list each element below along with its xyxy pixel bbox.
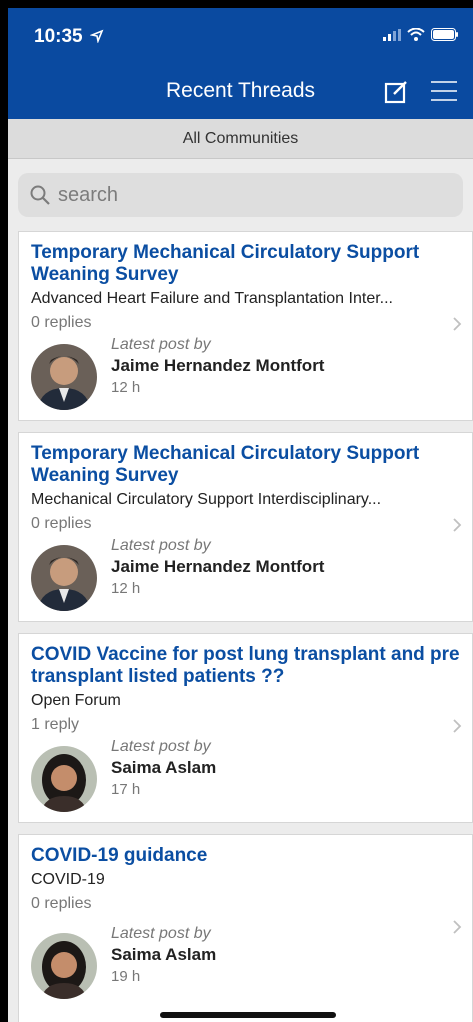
avatar-man-icon <box>31 344 97 410</box>
latest-post-label: Latest post by <box>111 537 211 554</box>
chevron-right-icon[interactable] <box>452 316 462 332</box>
search-icon <box>30 185 50 205</box>
post-time: 19 h <box>111 968 141 985</box>
thread-community: Advanced Heart Failure and Transplantati… <box>31 290 393 307</box>
wifi-icon <box>407 28 425 41</box>
post-meta: Latest post by Saima Aslam 19 h <box>111 925 216 999</box>
chevron-right-icon[interactable] <box>452 919 462 935</box>
thread-community: COVID-19 <box>31 871 105 888</box>
thread-title[interactable]: Temporary Mechanical Circulatory Support… <box>31 242 460 286</box>
thread-replies: 1 reply <box>31 716 80 733</box>
app-header: 10:35 Recent Threads <box>8 8 473 119</box>
post-time: 17 h <box>111 781 141 798</box>
avatar <box>31 933 97 999</box>
latest-post: Latest post by Saima Aslam 17 h <box>31 738 460 812</box>
thread-card[interactable]: Temporary Mechanical Circulatory Support… <box>18 432 473 622</box>
post-author[interactable]: Saima Aslam <box>111 758 216 778</box>
post-time: 12 h <box>111 580 141 597</box>
post-author[interactable]: Jaime Hernandez Montfort <box>111 356 324 376</box>
search-input[interactable] <box>58 183 438 207</box>
status-time-text: 10:35 <box>34 26 83 47</box>
avatar <box>31 545 97 611</box>
thread-card[interactable]: Temporary Mechanical Circulatory Support… <box>18 231 473 421</box>
thread-community: Open Forum <box>31 692 121 709</box>
community-filter[interactable]: All Communities <box>8 119 473 159</box>
post-meta: Latest post by Saima Aslam 17 h <box>111 738 216 812</box>
status-bar: 10:35 <box>8 22 473 48</box>
latest-post-label: Latest post by <box>111 925 211 942</box>
avatar-woman-icon <box>31 746 97 812</box>
thread-community: Mechanical Circulatory Support Interdisc… <box>31 491 382 508</box>
post-time: 12 h <box>111 379 141 396</box>
latest-post-label: Latest post by <box>111 336 211 353</box>
latest-post: Latest post by Saima Aslam 19 h <box>31 925 460 999</box>
latest-post: Latest post by Jaime Hernandez Montfort … <box>31 537 460 611</box>
battery-icon <box>431 28 458 41</box>
thread-title[interactable]: COVID Vaccine for post lung transplant a… <box>31 644 460 688</box>
thread-title[interactable]: COVID-19 guidance <box>31 845 460 867</box>
avatar <box>31 344 97 410</box>
avatar <box>31 746 97 812</box>
app-screen: 10:35 Recent Threads All Communities sea… <box>8 8 473 1022</box>
thread-replies: 0 replies <box>31 895 92 912</box>
chevron-right-icon[interactable] <box>452 718 462 734</box>
compose-icon[interactable] <box>384 78 410 104</box>
thread-list: Temporary Mechanical Circulatory Support… <box>8 227 473 1022</box>
latest-post-label: Latest post by <box>111 738 211 755</box>
latest-post: Latest post by Jaime Hernandez Montfort … <box>31 336 460 410</box>
menu-icon[interactable] <box>431 80 457 102</box>
post-author[interactable]: Jaime Hernandez Montfort <box>111 557 324 577</box>
status-icons <box>383 28 459 41</box>
thread-replies: 0 replies <box>31 515 92 532</box>
home-indicator[interactable] <box>160 1012 336 1018</box>
post-author[interactable]: Saima Aslam <box>111 945 216 965</box>
post-meta: Latest post by Jaime Hernandez Montfort … <box>111 537 324 611</box>
search-container <box>8 159 473 227</box>
location-arrow-icon <box>89 29 104 44</box>
status-time: 10:35 <box>34 26 104 48</box>
signal-icon <box>383 28 401 41</box>
post-meta: Latest post by Jaime Hernandez Montfort … <box>111 336 324 410</box>
thread-card[interactable]: COVID-19 guidance COVID-19 0 replies Lat… <box>18 834 473 1022</box>
chevron-right-icon[interactable] <box>452 517 462 533</box>
avatar-man-icon <box>31 545 97 611</box>
search-bar[interactable] <box>18 173 463 217</box>
avatar-woman-icon <box>31 933 97 999</box>
thread-replies: 0 replies <box>31 314 92 331</box>
thread-card[interactable]: COVID Vaccine for post lung transplant a… <box>18 633 473 823</box>
thread-title[interactable]: Temporary Mechanical Circulatory Support… <box>31 443 460 487</box>
